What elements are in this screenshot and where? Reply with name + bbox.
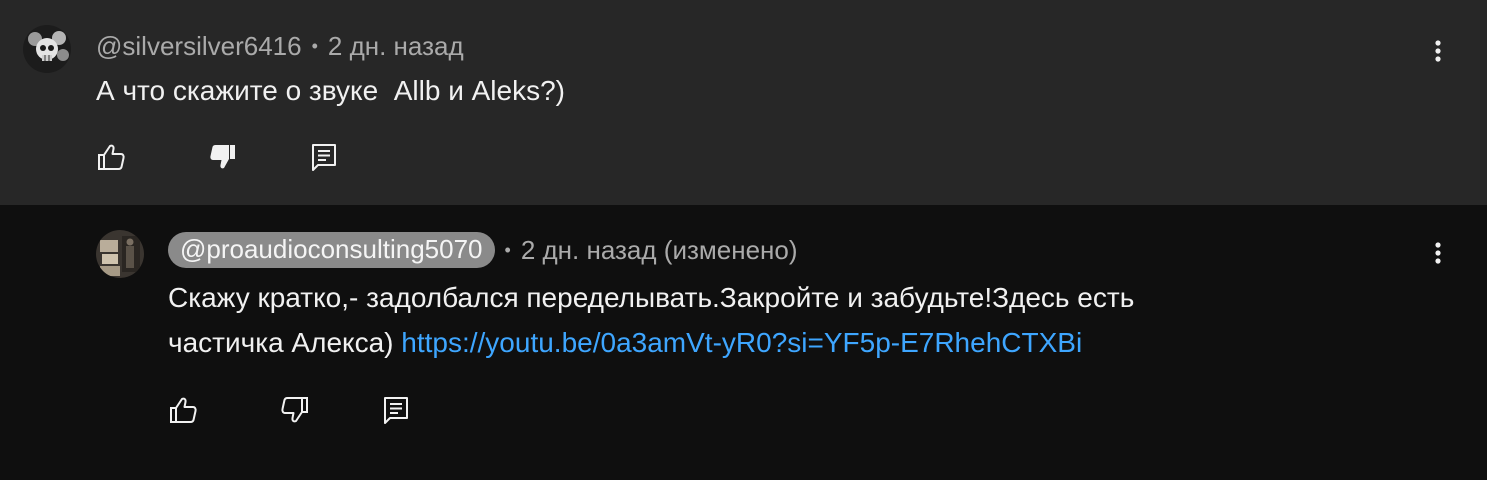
- like-button[interactable]: [96, 142, 126, 172]
- separator-dot: •: [311, 35, 318, 56]
- author-name[interactable]: @silversilver6416: [96, 31, 302, 62]
- separator-dot: •: [504, 239, 511, 260]
- like-button[interactable]: [168, 395, 198, 425]
- reply-button[interactable]: [310, 142, 340, 172]
- thumb-down-icon: [281, 397, 308, 423]
- comment-text-line: Скажу кратко,- задолбался переделывать.З…: [168, 282, 1135, 313]
- comment-meta: @silversilver6416 • 2 дн. назад: [96, 29, 464, 63]
- reply-comment: @proaudioconsulting5070 • 2 дн. назад (и…: [0, 205, 1487, 480]
- thumb-down-filled-icon: [210, 145, 235, 169]
- reply-button[interactable]: [382, 395, 412, 425]
- reply-icon: [312, 144, 336, 171]
- comment-text-segment: частичка Алекса): [168, 327, 394, 358]
- more-vert-icon[interactable]: [1428, 235, 1448, 271]
- dislike-button[interactable]: [208, 142, 238, 172]
- reply-icon: [384, 397, 408, 424]
- comment: @silversilver6416 • 2 дн. назад А что ск…: [0, 0, 1487, 205]
- thumb-up-icon: [170, 397, 197, 423]
- thumb-up-icon: [98, 144, 125, 170]
- comment-meta: @proaudioconsulting5070 • 2 дн. назад (и…: [168, 230, 798, 270]
- comment-text: Скажу кратко,- задолбался переделывать.З…: [168, 275, 1368, 365]
- comment-text-line: частичка Алекса) https://youtu.be/0a3amV…: [168, 320, 1368, 365]
- dislike-button[interactable]: [280, 395, 310, 425]
- avatar[interactable]: [96, 230, 144, 278]
- more-vert-icon[interactable]: [1428, 33, 1448, 69]
- video-link[interactable]: https://youtu.be/0a3amVt-yR0?si=YF5p-E7R…: [401, 327, 1082, 358]
- timestamp[interactable]: 2 дн. назад (изменено): [521, 235, 798, 266]
- comment-text: А что скажите о звуке Allb и Aleks?): [96, 75, 565, 106]
- timestamp[interactable]: 2 дн. назад: [328, 31, 464, 62]
- author-name[interactable]: @proaudioconsulting5070: [168, 232, 495, 268]
- avatar[interactable]: [23, 25, 71, 73]
